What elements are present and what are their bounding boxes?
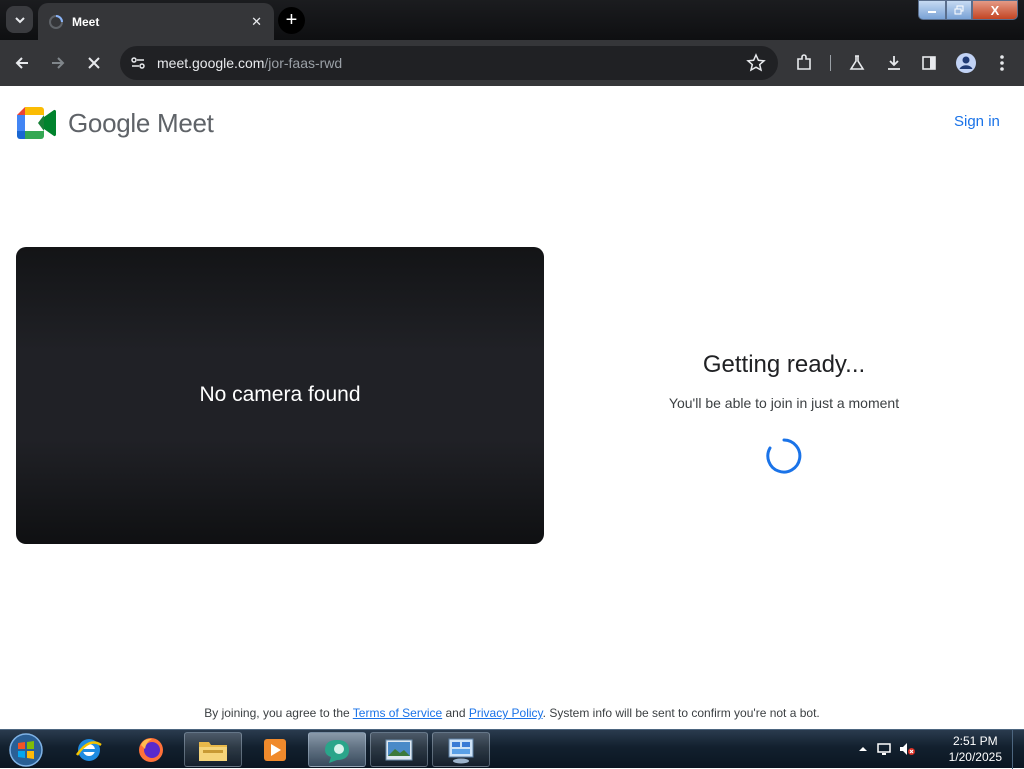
clock-time: 2:51 PM [952, 734, 998, 748]
internet-explorer-icon [75, 738, 102, 761]
privacy-policy-link[interactable]: Privacy Policy [469, 706, 543, 720]
tab-meet[interactable]: Meet ✕ [38, 3, 274, 40]
taskbar-photo-viewer[interactable] [370, 732, 428, 767]
terms-of-service-link[interactable]: Terms of Service [353, 706, 442, 720]
window-controls: X [918, 0, 1018, 20]
tab-strip: Meet ✕ + X [0, 0, 1024, 40]
address-bar[interactable]: meet.google.com/jor-faas-rwd [120, 46, 778, 80]
new-tab-button[interactable]: + [278, 7, 305, 34]
firefox-icon [139, 737, 163, 762]
toolbar-divider [830, 55, 831, 71]
start-button-icon[interactable] [6, 731, 46, 769]
loading-spinner-icon [766, 438, 802, 474]
back-button[interactable] [8, 49, 36, 77]
media-player-icon [264, 738, 286, 761]
show-desktop-button[interactable] [1012, 730, 1024, 769]
system-tray: 2:51 PM 1/20/2025 [854, 730, 1024, 769]
side-panel-icon [922, 56, 936, 70]
flask-icon [849, 55, 865, 70]
folder-icon [199, 741, 227, 761]
camera-preview: No camera found [16, 247, 544, 544]
restore-icon [954, 5, 964, 15]
restore-button[interactable] [946, 0, 972, 20]
taskbar-chrome-active[interactable] [308, 732, 366, 767]
tab-title: Meet [72, 15, 100, 29]
taskbar-internet-explorer[interactable] [60, 732, 118, 767]
close-icon [88, 57, 100, 69]
taskbar-firefox[interactable] [122, 732, 180, 767]
control-panel-icon [448, 738, 474, 763]
site-info-icon[interactable] [128, 53, 148, 73]
camera-status: No camera found [199, 383, 361, 406]
browser-app-icon [325, 739, 349, 763]
more-vert-icon [1000, 55, 1004, 71]
minimize-icon [928, 11, 936, 13]
labs-button[interactable] [843, 49, 871, 77]
browser-toolbar: meet.google.com/jor-faas-rwd [0, 40, 1024, 86]
extensions-button[interactable] [790, 49, 818, 77]
show-hidden-icons-icon[interactable] [858, 744, 868, 754]
ready-subtitle: You'll be able to join in just a moment [668, 395, 900, 411]
bookmark-star-icon[interactable] [746, 53, 766, 73]
taskbar-file-explorer[interactable] [184, 732, 242, 767]
taskbar-media-player[interactable] [246, 732, 304, 767]
arrow-left-icon [15, 57, 28, 69]
taskbar-control-panel[interactable] [432, 732, 490, 767]
volume-muted-icon[interactable] [898, 741, 916, 757]
taskbar: 2:51 PM 1/20/2025 [0, 729, 1024, 769]
network-icon[interactable] [876, 741, 892, 757]
stop-loading-button[interactable] [80, 49, 108, 77]
tab-close-icon[interactable]: ✕ [251, 14, 262, 30]
tab-search-button[interactable] [6, 6, 33, 33]
meet-page: Google Meet Sign in No camera found Gett… [0, 86, 1024, 729]
ready-heading: Getting ready... [702, 351, 866, 378]
photo-viewer-icon [385, 739, 413, 760]
brand-title: Google Meet [68, 108, 214, 138]
profile-button[interactable] [952, 49, 980, 77]
clock[interactable]: 2:51 PM 1/20/2025 [949, 733, 1002, 765]
downloads-button[interactable] [880, 49, 908, 77]
clock-date: 1/20/2025 [948, 750, 1002, 764]
side-panel-button[interactable] [915, 49, 943, 77]
arrow-right-icon [52, 57, 65, 69]
account-icon [956, 53, 976, 73]
footer-prefix: By joining, you agree to the [204, 706, 353, 720]
footer-disclaimer: By joining, you agree to the Terms of Se… [0, 706, 1024, 720]
minimize-button[interactable] [918, 0, 946, 20]
sign-in-link[interactable]: Sign in [954, 113, 1000, 130]
url-text[interactable]: meet.google.com/jor-faas-rwd [157, 55, 342, 71]
footer-and: and [442, 706, 469, 720]
loading-favicon-icon [49, 15, 63, 29]
download-icon [888, 56, 900, 70]
url-path: /jor-faas-rwd [264, 55, 343, 71]
footer-suffix: . System info will be sent to confirm yo… [542, 706, 820, 720]
forward-button[interactable] [44, 49, 72, 77]
puzzle-icon [797, 54, 811, 70]
google-meet-logo-icon [17, 107, 57, 139]
chevron-down-icon [14, 16, 25, 23]
window-close-button[interactable]: X [972, 0, 1018, 20]
menu-button[interactable] [988, 49, 1016, 77]
url-domain: meet.google.com [157, 55, 265, 71]
